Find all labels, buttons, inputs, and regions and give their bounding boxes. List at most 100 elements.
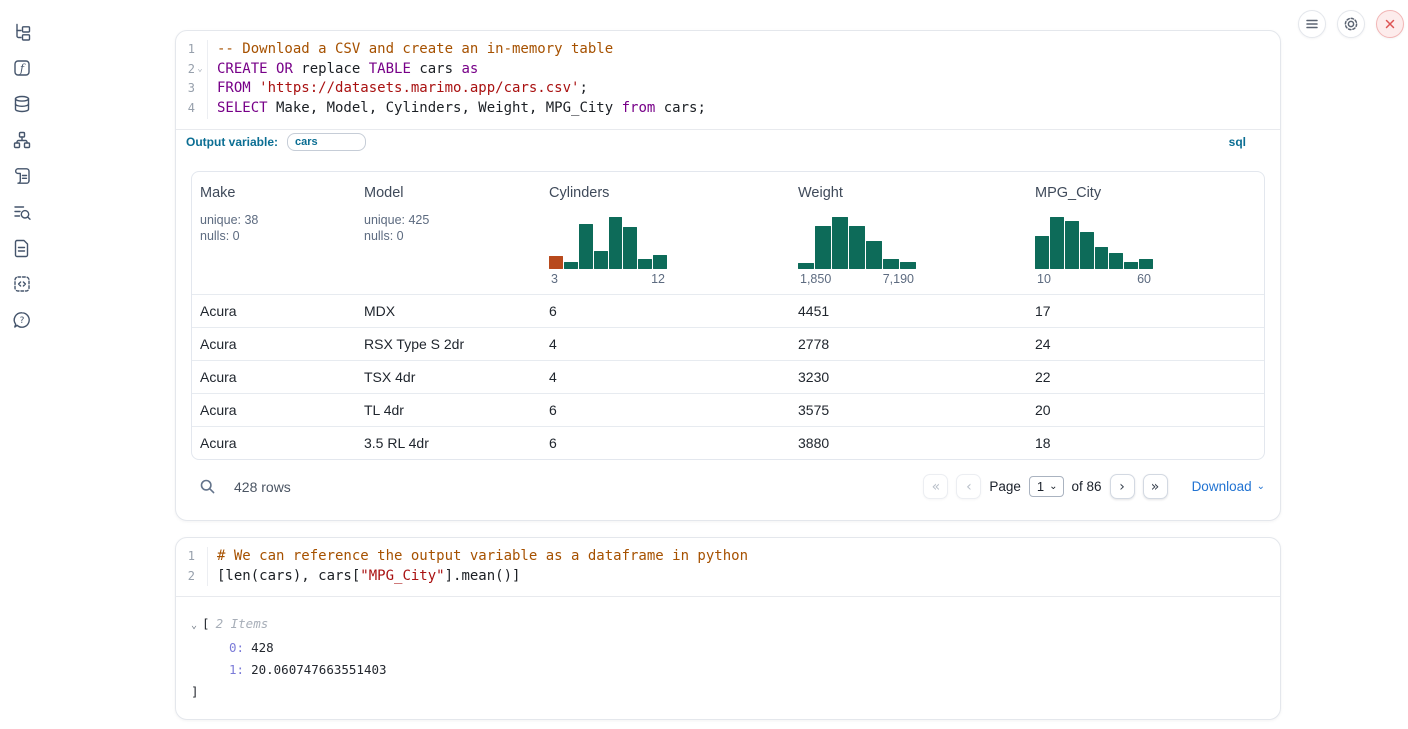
- column-header[interactable]: Makeunique: 38nulls: 0: [192, 172, 356, 294]
- code-line: 2[len(cars), cars["MPG_City"].mean()]: [176, 567, 1280, 587]
- table-row: Acura3.5 RL 4dr6388018: [192, 426, 1264, 459]
- dependency-graph-icon: [12, 130, 32, 150]
- table-cell: 3575: [790, 402, 1027, 418]
- histogram-bar: [883, 259, 899, 269]
- search-icon: [199, 478, 216, 495]
- table-body: AcuraMDX6445117AcuraRSX Type S 2dr427782…: [192, 294, 1264, 459]
- histogram-bar: [594, 251, 608, 269]
- table-cell: 17: [1027, 303, 1264, 319]
- close-icon: [1384, 18, 1396, 30]
- column-label: MPG_City: [1035, 185, 1256, 201]
- table-cell: 2778: [790, 336, 1027, 352]
- download-button[interactable]: Download ⌄: [1192, 479, 1265, 494]
- notebook-menu-button[interactable]: [1298, 10, 1326, 38]
- histogram-bar: [1109, 253, 1123, 269]
- sidebar-item-documentation[interactable]: [10, 236, 34, 260]
- pagination: « ‹ Page 1 ⌄ of 86 › » Download ⌄: [923, 474, 1265, 499]
- histogram-axis: 1060: [1035, 272, 1153, 286]
- column-header[interactable]: Weight1,8507,190: [790, 172, 1027, 294]
- previous-page-button[interactable]: ‹: [956, 474, 981, 499]
- list-item: 1:20.060747663551403: [191, 659, 1265, 681]
- first-page-icon: «: [932, 479, 941, 495]
- table-cell: Acura: [192, 303, 356, 319]
- sidebar-item-search[interactable]: [10, 200, 34, 224]
- column-header[interactable]: Model unique: 425nulls: 0: [356, 172, 541, 294]
- table-cell: 3880: [790, 435, 1027, 451]
- list-search-icon: [12, 202, 32, 222]
- histogram-bar: [849, 226, 865, 269]
- column-stats: unique: 425nulls: 0: [364, 212, 533, 245]
- column-header[interactable]: MPG_City 1060: [1027, 172, 1264, 294]
- histogram-bar: [579, 224, 593, 269]
- help-chat-icon: ?: [12, 310, 32, 330]
- column-header[interactable]: Cylinders312: [541, 172, 790, 294]
- window-controls: [1298, 10, 1404, 38]
- sidebar-item-help[interactable]: ?: [10, 308, 34, 332]
- line-number: 1: [176, 40, 208, 60]
- code-line: 3FROM 'https://datasets.marimo.app/cars.…: [176, 79, 1280, 99]
- histogram-bar: [1124, 262, 1138, 269]
- page-select[interactable]: 1 ⌄: [1029, 476, 1064, 497]
- last-page-button[interactable]: »: [1143, 474, 1168, 499]
- column-label: Make: [200, 185, 348, 201]
- function-icon: f: [12, 58, 32, 78]
- notebook-cells: 1-- Download a CSV and create an in-memo…: [175, 0, 1281, 720]
- histogram-axis: 312: [549, 272, 667, 286]
- row-count-label: 428 rows: [234, 479, 291, 495]
- column-histogram: 1,8507,190: [798, 217, 916, 286]
- chevron-down-icon: ⌄: [1257, 482, 1265, 492]
- previous-page-icon: ‹: [966, 479, 972, 495]
- sidebar-item-datasources[interactable]: [10, 92, 34, 116]
- sql-code-editor[interactable]: 1-- Download a CSV and create an in-memo…: [176, 31, 1280, 129]
- items-count-label: 2 Items: [216, 616, 269, 631]
- table-search-button[interactable]: [199, 478, 216, 495]
- next-page-button[interactable]: ›: [1110, 474, 1135, 499]
- histogram-bar: [866, 241, 882, 269]
- sidebar-item-snippets[interactable]: [10, 272, 34, 296]
- histogram-bar: [1139, 259, 1153, 269]
- table-cell: Acura: [192, 402, 356, 418]
- histogram-bar: [549, 256, 563, 269]
- histogram-bar: [1065, 221, 1079, 269]
- column-histogram: 312: [549, 217, 667, 286]
- table-cell: 20: [1027, 402, 1264, 418]
- output-variable-bar: Output variable: sql: [176, 129, 1280, 155]
- table-cell: TL 4dr: [356, 402, 541, 418]
- document-icon: [12, 238, 32, 258]
- line-number: 2⌄: [176, 60, 208, 80]
- collapse-chevron-icon[interactable]: ⌄: [191, 620, 197, 631]
- table-cell: 4451: [790, 303, 1027, 319]
- code-line: 1# We can reference the output variable …: [176, 547, 1280, 567]
- sidebar-item-logs[interactable]: [10, 164, 34, 188]
- settings-button[interactable]: [1337, 10, 1365, 38]
- table-cell: Acura: [192, 369, 356, 385]
- marimo-notebook: f: [0, 0, 1408, 729]
- column-label: Model: [364, 185, 533, 201]
- list-item: 0:428: [191, 637, 1265, 659]
- hamburger-menu-icon: [1305, 17, 1319, 31]
- table-cell: 18: [1027, 435, 1264, 451]
- sidebar-item-functions[interactable]: f: [10, 56, 34, 80]
- first-page-button[interactable]: «: [923, 474, 948, 499]
- histogram-bar: [609, 217, 623, 269]
- table-cell: Acura: [192, 336, 356, 352]
- file-tree-icon: [12, 22, 32, 42]
- fold-chevron-icon[interactable]: ⌄: [195, 60, 205, 80]
- database-icon: [12, 94, 32, 114]
- dataframe-table: Makeunique: 38nulls: 0 Model unique: 425nu…: [191, 171, 1265, 460]
- output-variable-input[interactable]: [287, 133, 366, 151]
- table-cell: 24: [1027, 336, 1264, 352]
- sidebar-item-dependency-graph[interactable]: [10, 128, 34, 152]
- code-line: 1-- Download a CSV and create an in-memo…: [176, 40, 1280, 60]
- download-label: Download: [1192, 479, 1252, 494]
- code-line: 4SELECT Make, Model, Cylinders, Weight, …: [176, 99, 1280, 119]
- histogram-bar: [623, 227, 637, 269]
- sidebar-item-file-explorer[interactable]: [10, 20, 34, 44]
- output-variable-label: Output variable:: [186, 135, 278, 149]
- python-code-editor[interactable]: 1# We can reference the output variable …: [176, 538, 1280, 596]
- chevron-down-icon: ⌄: [1049, 482, 1057, 492]
- shutdown-button[interactable]: [1376, 10, 1404, 38]
- page-select-value: 1: [1037, 479, 1044, 494]
- histogram-bar: [564, 262, 578, 269]
- table-cell: 4: [541, 369, 790, 385]
